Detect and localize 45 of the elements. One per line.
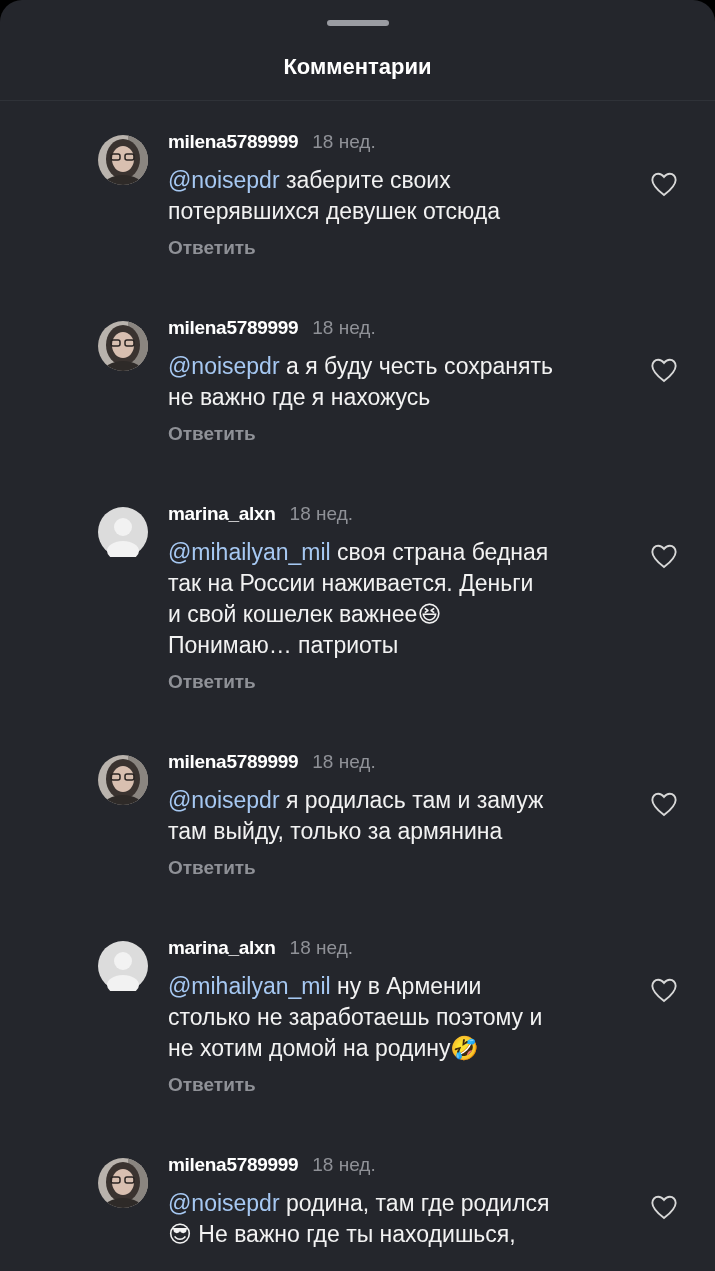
- mention-link[interactable]: @noisepdr: [168, 1190, 280, 1216]
- like-button[interactable]: [649, 171, 679, 199]
- timestamp: 18 нед.: [312, 751, 376, 773]
- username[interactable]: milena5789999: [168, 131, 299, 153]
- mention-link[interactable]: @noisepdr: [168, 787, 280, 813]
- username[interactable]: milena5789999: [168, 751, 299, 773]
- heart-icon: [650, 1194, 678, 1220]
- mention-link[interactable]: @noisepdr: [168, 353, 280, 379]
- avatar-icon: [98, 507, 148, 557]
- heart-icon: [650, 791, 678, 817]
- heart-icon: [650, 543, 678, 569]
- reply-button[interactable]: Ответить: [168, 1074, 256, 1096]
- username[interactable]: milena5789999: [168, 1154, 299, 1176]
- comment-text: @mihailyan_mil своя страна бедная так на России наживается. Деньги и свой кошелек важнее😆 Понимаю… патриоты: [168, 538, 550, 660]
- comment-text: @mihailyan_mil ну в Армении столько не заработаешь поэтому и не хотим домой на родину🤣: [168, 972, 544, 1063]
- reply-button[interactable]: Ответить: [168, 671, 256, 693]
- like-button[interactable]: [649, 357, 679, 385]
- like-button[interactable]: [649, 977, 679, 1005]
- mention-link[interactable]: @mihailyan_mil: [168, 539, 331, 565]
- drag-handle[interactable]: [326, 20, 389, 26]
- heart-icon: [650, 171, 678, 197]
- like-button[interactable]: [649, 1194, 679, 1222]
- like-button[interactable]: [649, 543, 679, 571]
- comment-text: @noisepdr заберите своих потерявшихся девушек отсюда: [168, 166, 502, 226]
- username[interactable]: marina_alxn: [168, 937, 276, 959]
- heart-icon: [650, 357, 678, 383]
- sheet-title: Комментарии: [283, 54, 432, 80]
- timestamp: 18 нед.: [289, 503, 353, 525]
- timestamp: 18 нед.: [312, 131, 376, 153]
- heart-icon: [650, 977, 678, 1003]
- avatar-icon: [98, 941, 148, 991]
- comment-text: @noisepdr я родилась там и замуж там выйду, только за армянина: [168, 786, 545, 846]
- reply-button[interactable]: Ответить: [168, 423, 256, 445]
- reply-button[interactable]: Ответить: [168, 237, 256, 259]
- timestamp: 18 нед.: [312, 317, 376, 339]
- timestamp: 18 нед.: [289, 937, 353, 959]
- comment-text: @noisepdr родина, там где родился 😎 Не важно где ты находишься,: [168, 1189, 551, 1249]
- username[interactable]: marina_alxn: [168, 503, 276, 525]
- mention-link[interactable]: @mihailyan_mil: [168, 973, 331, 999]
- mention-link[interactable]: @noisepdr: [168, 167, 280, 193]
- like-button[interactable]: [649, 791, 679, 819]
- username[interactable]: milena5789999: [168, 317, 299, 339]
- timestamp: 18 нед.: [312, 1154, 376, 1176]
- comment-text: @noisepdr а я буду честь сохранять не важно где я нахожусь: [168, 352, 554, 412]
- reply-button[interactable]: Ответить: [168, 857, 256, 879]
